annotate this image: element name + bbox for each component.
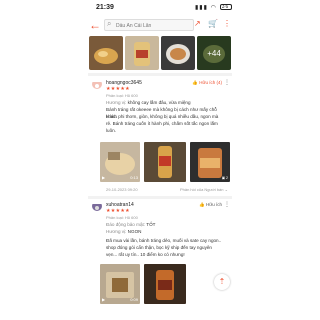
review-video[interactable]: ▶ 0:09: [100, 264, 140, 304]
media-gallery: +44: [88, 36, 232, 70]
quality-value: TỐT: [146, 222, 156, 227]
play-icon: ▶: [102, 175, 106, 180]
rating-stars: ★★★★★: [106, 208, 130, 214]
image-count-badge: ▣ 2: [221, 176, 228, 180]
food-photo: [161, 36, 195, 70]
gallery-thumb-more[interactable]: +44: [197, 36, 231, 70]
review-date: 29-10-2023 09:20: [106, 187, 138, 192]
search-icon: ⌕: [107, 19, 112, 28]
review-text-line: Đã mua vài lần, bánh tráng dẻo, muối và …: [106, 238, 222, 243]
review-text-line: Hành phi thơm, giòn, không bị quá nhiều …: [106, 114, 219, 119]
helpful-label: Hữu ích: [205, 202, 222, 207]
helpful-button[interactable]: 👍 Hữu ích (4): [192, 80, 222, 86]
review-photo[interactable]: [144, 142, 186, 182]
review-text-line: shop đóng gói cẩn thận, bọc kỹ ship đến …: [106, 245, 212, 250]
status-bar: 21:39 ▮▮▮ ◠ 36: [0, 0, 320, 16]
status-icons: ▮▮▮ ◠ 36: [195, 4, 232, 11]
helpful-label: Hữu ích (4): [199, 80, 222, 85]
quality-label: Đáo động bảo mật:: [106, 222, 146, 227]
rating-stars: ★★★★★: [106, 86, 130, 92]
thumbs-up-icon: 👍: [199, 202, 205, 207]
more-options-icon[interactable]: ⋮: [224, 201, 230, 208]
taste-label: Hương vị:: [106, 100, 127, 105]
review-video[interactable]: ▶ 0:13: [100, 142, 140, 182]
video-duration: 0:13: [130, 175, 138, 180]
more-count: +44: [197, 36, 231, 70]
review-text-line: luôn.: [106, 128, 116, 133]
review-photo[interactable]: [144, 264, 186, 304]
review-card: hoangngoc3645 👍 Hữu ích (4) ⋮ ★★★★★ Phân…: [88, 79, 232, 197]
arrow-up-icon: ⇡: [218, 277, 226, 286]
status-time: 21:39: [96, 4, 114, 11]
more-icon[interactable]: ⋮: [223, 19, 231, 28]
review-text-line: rẻ. Bánh tráng cuốn ít hành phi, chấm số…: [106, 121, 218, 126]
review-variant: Phân loại: Hũ 600: [106, 93, 138, 98]
taste-value: NGON: [127, 229, 142, 234]
share-icon[interactable]: ↗: [194, 19, 201, 28]
gallery-thumb[interactable]: [161, 36, 195, 70]
search-input[interactable]: [116, 21, 192, 30]
chevron-down-icon: ⌄: [224, 187, 228, 192]
battery-icon: 36: [219, 4, 232, 11]
review-variant: Phân loại: Hũ 600: [106, 215, 138, 220]
back-arrow-icon[interactable]: ←: [89, 17, 101, 33]
more-options-icon[interactable]: ⋮: [224, 79, 230, 86]
video-duration: 0:09: [130, 297, 138, 302]
food-photo: [125, 36, 159, 70]
review-card: xuhoatran14 👍 Hữu ích ⋮ ★★★★★ Phân loại:…: [88, 201, 232, 311]
taste-line: Hương vị: không cay lắm đâu, vừa miệng: [106, 100, 228, 107]
search-box[interactable]: ⌕: [104, 19, 194, 31]
divider: [88, 73, 232, 76]
review-text-line: vẹn... rất uy tín.. 10 điểm ko có nhưng!: [106, 252, 185, 257]
food-photo: [89, 36, 123, 70]
cart-icon[interactable]: 🛒: [208, 19, 218, 28]
top-bar: ← ⌕ ↗ 🛒 ⋮: [88, 17, 232, 33]
gallery-thumb[interactable]: [125, 36, 159, 70]
seller-reply-link[interactable]: Phản hồi của Người bán ⌄: [180, 187, 228, 192]
helpful-button[interactable]: 👍 Hữu ích: [199, 202, 222, 208]
avatar[interactable]: [92, 201, 102, 211]
play-icon: ▶: [102, 297, 106, 302]
review-photo[interactable]: ▣ 2: [190, 142, 230, 182]
taste-label: Hương vị:: [106, 229, 127, 234]
taste-line: Hương vị: NGON: [106, 229, 228, 236]
avatar[interactable]: [92, 79, 102, 89]
wifi-icon: ◠: [210, 5, 217, 11]
quality-line: Đáo động bảo mật: TỐT: [106, 222, 228, 229]
thumbs-up-icon: 👍: [192, 80, 198, 85]
gallery-thumb[interactable]: [89, 36, 123, 70]
scroll-to-top-button[interactable]: ⇡: [214, 274, 230, 290]
signal-icon: ▮▮▮: [195, 5, 208, 11]
taste-value: không cay lắm đâu, vừa miệng: [127, 100, 191, 105]
seller-reply-label: Phản hồi của Người bán: [179, 187, 224, 192]
divider: [88, 196, 232, 199]
